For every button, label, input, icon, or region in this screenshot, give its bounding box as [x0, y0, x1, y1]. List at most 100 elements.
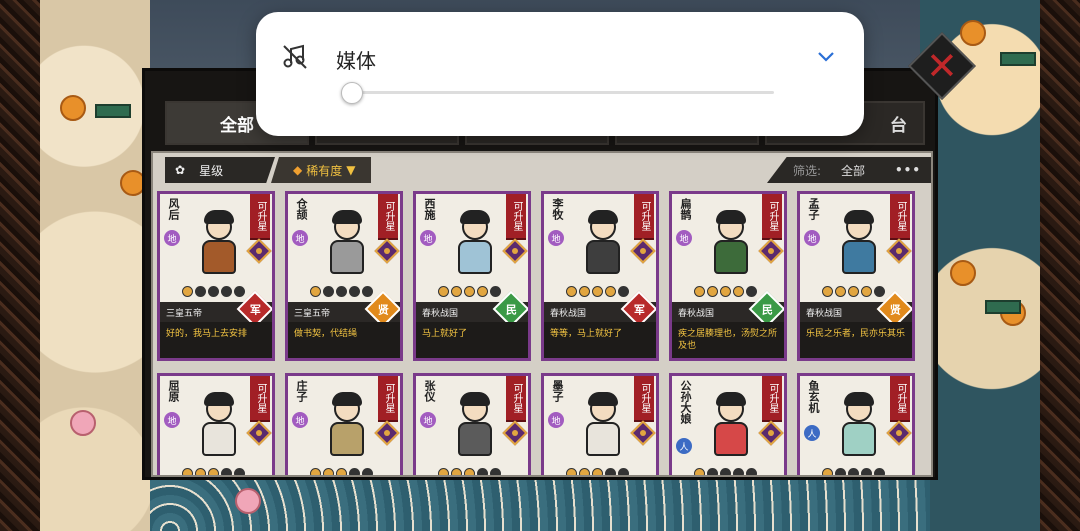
- filter-bar: ✿ 星级 ◆ 稀有度 ▼ 筛选: 全部 •••: [157, 157, 931, 183]
- hero-type: 贤: [889, 303, 901, 316]
- rank-diamond-icon: [502, 420, 528, 446]
- hero-card[interactable]: 西施 地 可升星 春秋战国民马上就好了: [413, 191, 531, 361]
- star-rating: [694, 468, 757, 475]
- star-rating: [566, 286, 629, 297]
- hero-list-area: ✿ 星级 ◆ 稀有度 ▼ 筛选: 全部 ••• 风后 地 可升星 三皇五帝军好的…: [151, 151, 933, 477]
- hero-card[interactable]: 张仪 地 可升星: [413, 373, 531, 475]
- hero-element: 地: [420, 230, 436, 246]
- rank-diamond-icon: [246, 238, 272, 264]
- star-icon: [323, 468, 334, 475]
- star-icon: [720, 468, 731, 475]
- star-icon: [208, 468, 219, 475]
- screen-filter-label: 筛选:: [793, 163, 822, 178]
- star-icon: [195, 468, 206, 475]
- caret-down-icon: ▼: [346, 163, 356, 177]
- volume-slider-track[interactable]: [344, 91, 774, 94]
- hero-portrait: [450, 390, 500, 460]
- volume-slider-thumb[interactable]: [341, 82, 363, 104]
- sea-waves: [150, 476, 930, 531]
- hero-card[interactable]: 庄子 地 可升星: [285, 373, 403, 475]
- rarity-sort-button[interactable]: ◆ 稀有度 ▼: [271, 157, 371, 183]
- hero-element: 人: [676, 438, 692, 454]
- star-icon: [566, 468, 577, 475]
- hero-quote: 等等，马上就好了: [544, 322, 656, 358]
- hero-portrait: [194, 390, 244, 460]
- hero-portrait: [706, 390, 756, 460]
- hero-card[interactable]: 鱼玄机 人 可升星: [797, 373, 915, 475]
- hero-card[interactable]: 公孙大娘 人 可升星: [669, 373, 787, 475]
- hero-card[interactable]: 李牧 地 可升星 春秋战国军等等，马上就好了: [541, 191, 659, 361]
- star-icon: [182, 286, 193, 297]
- screen-filter-value: 全部: [841, 163, 866, 178]
- hero-card[interactable]: 屈原 地 可升星: [157, 373, 275, 475]
- star-icon: [618, 286, 629, 297]
- hero-element: 地: [164, 230, 180, 246]
- hero-portrait: [578, 390, 628, 460]
- star-icon: [349, 468, 360, 475]
- rank-diamond-icon: [246, 420, 272, 446]
- hero-card[interactable]: 墨子 地 可升星: [541, 373, 659, 475]
- star-icon: [310, 286, 321, 297]
- hero-portrait: [450, 208, 500, 278]
- autumn-tree: [950, 260, 976, 286]
- star-icon: [208, 286, 219, 297]
- hero-type: 军: [633, 303, 645, 316]
- star-icon: [438, 468, 449, 475]
- star-icon: [822, 468, 833, 475]
- hero-card[interactable]: 孟子 地 可升星 春秋战国贤乐民之乐者，民亦乐其乐: [797, 191, 915, 361]
- upgrade-star-badge: 可升星: [634, 194, 654, 240]
- hero-element: 地: [676, 230, 692, 246]
- blossom-tree: [70, 410, 96, 436]
- hero-grid: 风后 地 可升星 三皇五帝军好的，我马上去安排 仓颉 地 可升星 三皇五帝贤做书…: [157, 191, 915, 475]
- star-icon: [451, 286, 462, 297]
- hero-card[interactable]: 仓颉 地 可升星 三皇五帝贤做书契，代结绳: [285, 191, 403, 361]
- star-icon: [195, 286, 206, 297]
- star-icon: [835, 468, 846, 475]
- hero-portrait: [834, 208, 884, 278]
- star-icon: [336, 468, 347, 475]
- flower-icon: ✿: [175, 163, 186, 177]
- star-icon: [438, 286, 449, 297]
- hero-name: 墨子: [551, 380, 564, 402]
- chevron-down-icon[interactable]: [816, 48, 836, 64]
- star-rating: [694, 286, 757, 297]
- screen-filter-button[interactable]: 筛选: 全部 •••: [767, 157, 931, 183]
- star-rating: [310, 286, 373, 297]
- hero-type: 贤: [377, 303, 389, 316]
- upgrade-star-badge: 可升星: [890, 376, 910, 422]
- music-off-icon[interactable]: [280, 42, 310, 72]
- star-icon: [874, 286, 885, 297]
- star-rating: [438, 468, 501, 475]
- hero-card[interactable]: 风后 地 可升星 三皇五帝军好的，我马上去安排: [157, 191, 275, 361]
- hero-name: 风后: [167, 198, 180, 220]
- star-icon: [605, 286, 616, 297]
- hero-element: 地: [804, 230, 820, 246]
- star-icon: [874, 468, 885, 475]
- hero-quote: 乐民之乐者，民亦乐其乐: [800, 322, 912, 358]
- star-icon: [835, 286, 846, 297]
- star-icon: [310, 468, 321, 475]
- star-sort-button[interactable]: ✿ 星级: [165, 157, 275, 183]
- building-roof: [95, 104, 131, 118]
- more-options-icon[interactable]: •••: [895, 163, 921, 177]
- hero-element: 地: [420, 412, 436, 428]
- hero-name: 李牧: [551, 198, 564, 220]
- rank-diamond-icon: [374, 420, 400, 446]
- hero-quote: 好的，我马上去安排: [160, 322, 272, 358]
- autumn-tree: [60, 95, 86, 121]
- star-rating: [566, 468, 629, 475]
- left-frame: [0, 0, 40, 531]
- star-icon: [362, 286, 373, 297]
- star-icon: [618, 468, 629, 475]
- hero-type: 民: [761, 303, 773, 316]
- upgrade-star-badge: 可升星: [250, 376, 270, 422]
- star-icon: [707, 286, 718, 297]
- hero-card[interactable]: 扁鹊 地 可升星 春秋战国民疾之居腠理也，汤熨之所及也: [669, 191, 787, 361]
- upgrade-star-badge: 可升星: [506, 194, 526, 240]
- star-icon: [464, 468, 475, 475]
- star-icon: [579, 468, 590, 475]
- star-icon: [477, 468, 488, 475]
- star-icon: [182, 468, 193, 475]
- star-icon: [490, 286, 501, 297]
- diamond-icon: ◆: [293, 163, 303, 177]
